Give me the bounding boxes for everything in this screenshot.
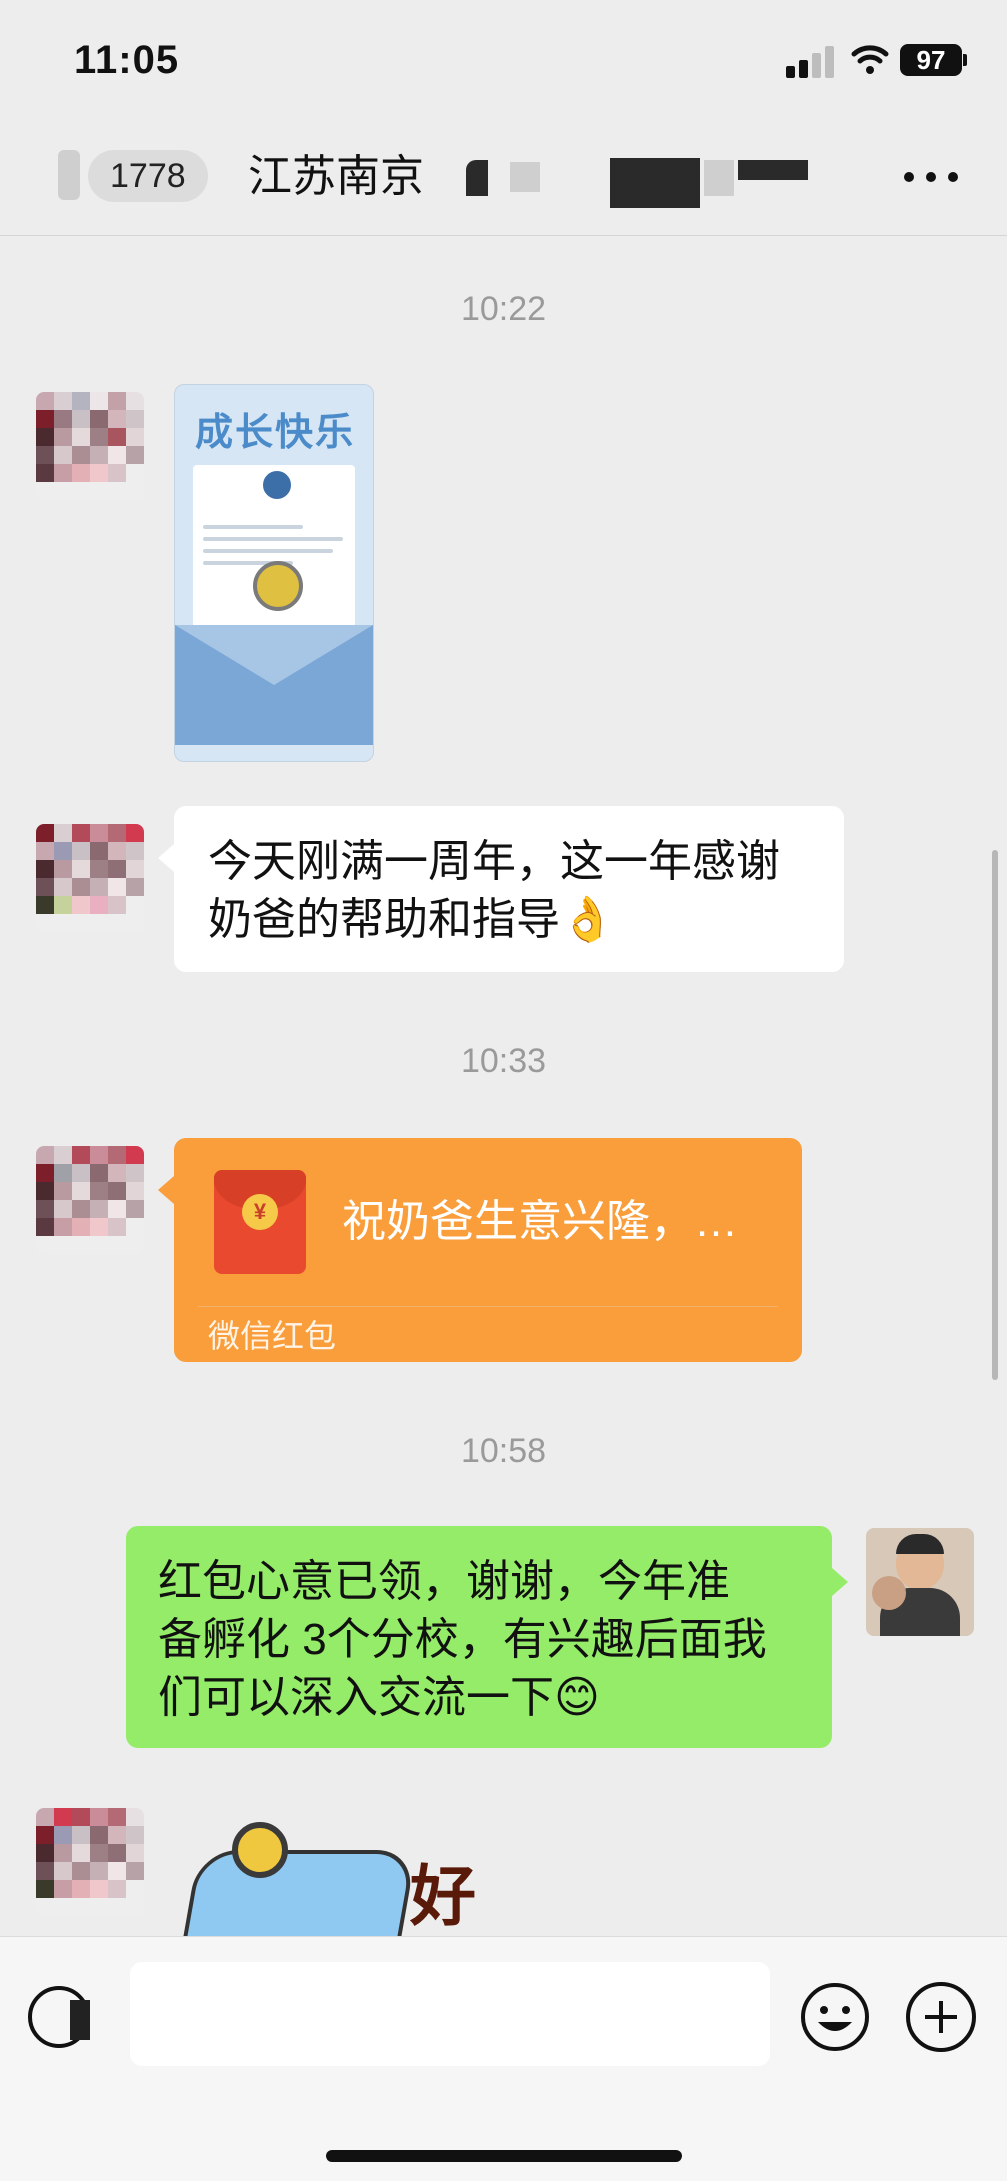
contact-avatar[interactable] xyxy=(36,392,144,500)
more-options-icon[interactable] xyxy=(902,160,962,190)
contact-avatar[interactable] xyxy=(36,1146,144,1254)
battery-nub xyxy=(963,54,967,66)
coin-icon: ¥ xyxy=(242,1194,278,1230)
scrollbar[interactable] xyxy=(992,850,998,1380)
message-input[interactable] xyxy=(130,1962,770,2066)
wifi-icon xyxy=(851,45,889,74)
bubble-tail xyxy=(832,1568,848,1596)
sticker-text: 好 xyxy=(410,1859,476,1933)
my-message-bubble[interactable]: 红包心意已领，谢谢，今年准 备孵化 3个分校，有兴趣后面我 们可以深入交流一下😊 xyxy=(126,1526,832,1748)
sticker-lamp-icon xyxy=(232,1822,288,1878)
red-packet-greeting: 祝奶爸生意兴隆，… xyxy=(342,1197,738,1246)
contact-avatar[interactable] xyxy=(36,824,144,932)
red-packet-label: 微信红包 xyxy=(208,1318,337,1354)
sticker-lamp-body xyxy=(181,1850,417,1948)
back-arrow-icon[interactable] xyxy=(58,150,80,200)
divider xyxy=(198,1306,778,1307)
message-text-line: 红包心意已领，谢谢，今年准 xyxy=(158,1557,730,1606)
unread-count-badge[interactable]: 1778 xyxy=(88,150,208,202)
message-text-line: 备孵化 3个分校，有兴趣后面我 xyxy=(158,1615,767,1664)
redacted-title-5 xyxy=(738,160,808,180)
status-time: 11:05 xyxy=(74,38,180,82)
shared-image-card[interactable]: 成长快乐 xyxy=(174,384,374,762)
more-functions-icon[interactable] xyxy=(906,1982,976,2052)
card-envelope-flap xyxy=(175,625,373,685)
redacted-title-2 xyxy=(510,162,540,192)
contact-avatar[interactable] xyxy=(36,1808,144,1916)
message-text-line: 们可以深入交流一下😊 xyxy=(158,1673,600,1722)
timestamp: 10:33 xyxy=(460,1042,547,1080)
redacted-voice xyxy=(70,2000,90,2040)
message-text-line: 今天刚满一周年，这一年感谢 xyxy=(208,837,780,886)
bubble-tail xyxy=(158,844,174,872)
redacted-title-3 xyxy=(610,158,700,208)
message-bubble[interactable]: 今天刚满一周年，这一年感谢 奶爸的帮助和指导👌 xyxy=(174,806,844,972)
qr-code-icon xyxy=(253,561,303,611)
redacted-title-4 xyxy=(704,160,734,196)
emoji-icon[interactable] xyxy=(800,1982,870,2052)
timestamp: 10:58 xyxy=(460,1432,547,1470)
cellular-signal-icon xyxy=(786,44,836,78)
message-text-line: 奶爸的帮助和指导👌 xyxy=(208,895,615,944)
redacted-title-1 xyxy=(466,160,488,196)
home-indicator[interactable] xyxy=(326,2150,682,2162)
my-avatar[interactable] xyxy=(866,1528,974,1636)
card-avatar-icon xyxy=(261,469,293,501)
battery-icon: 97 xyxy=(900,44,962,76)
timestamp: 10:22 xyxy=(460,290,547,328)
chat-title: 江苏南京 xyxy=(248,152,424,201)
card-title: 成长快乐 xyxy=(195,412,356,454)
bubble-tail xyxy=(158,1176,174,1204)
